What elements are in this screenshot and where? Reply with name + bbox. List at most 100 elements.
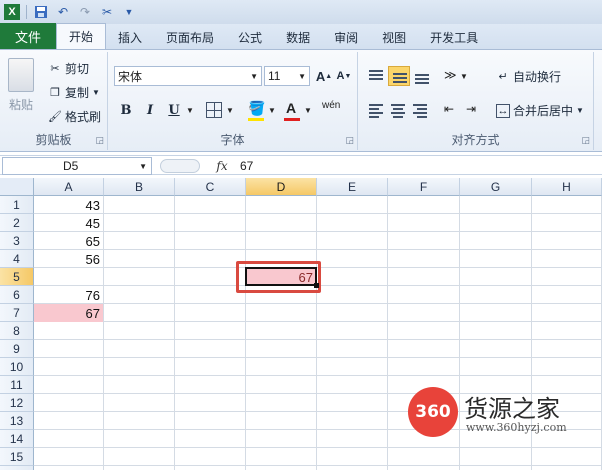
italic-button[interactable]: I <box>140 100 160 120</box>
column-header-e[interactable]: E <box>317 178 388 196</box>
decrease-indent-icon[interactable]: ⇤ <box>444 102 454 116</box>
scissors-icon: ✂ <box>50 63 60 75</box>
row-header-15[interactable]: 15 <box>0 448 34 466</box>
align-right-button[interactable] <box>410 100 430 120</box>
font-size-dropdown[interactable]: 11 ▼ <box>264 66 310 86</box>
fill-color-swatch <box>248 118 264 121</box>
quick-access-toolbar: X ↶ ↷ ✂ ▼ <box>0 0 602 24</box>
grow-font-button[interactable]: A ▲ <box>314 66 334 86</box>
clipboard-group: 粘贴 ✂ 剪切 ❐ 复制 ▼ 🖌 格式刷 剪贴板 ◲ <box>0 52 108 150</box>
borders-icon[interactable] <box>206 102 222 118</box>
column-header-a[interactable]: A <box>34 178 104 196</box>
merge-cells-icon: ↔ <box>496 103 510 118</box>
row-header-13[interactable]: 13 <box>0 412 34 430</box>
chevron-down-icon[interactable]: ▼ <box>186 106 194 115</box>
redo-icon[interactable]: ↷ <box>77 4 93 20</box>
row-header-11[interactable]: 11 <box>0 376 34 394</box>
tab-data[interactable]: 数据 <box>274 25 322 49</box>
column-header-f[interactable]: F <box>388 178 460 196</box>
formula-bar: D5 ▼ fx 67 <box>0 155 602 175</box>
row-header-10[interactable]: 10 <box>0 358 34 376</box>
row-header-12[interactable]: 12 <box>0 394 34 412</box>
tab-page-layout[interactable]: 页面布局 <box>154 25 226 49</box>
tab-home[interactable]: 开始 <box>56 23 107 49</box>
row-header-6[interactable]: 6 <box>0 286 34 304</box>
paste-button[interactable]: 粘贴 <box>8 58 34 113</box>
row-header-14[interactable]: 14 <box>0 430 34 448</box>
tab-file[interactable]: 文件 <box>0 23 56 49</box>
chevron-down-icon[interactable]: ▼ <box>92 88 100 97</box>
dialog-launcher-icon[interactable]: ◲ <box>581 135 590 146</box>
fill-color-icon[interactable]: 🪣 <box>248 100 265 117</box>
align-bottom-button[interactable] <box>412 66 432 86</box>
chevron-down-icon[interactable]: ▼ <box>576 106 584 115</box>
cut-button[interactable]: ✂ 剪切 <box>48 60 89 77</box>
row-header-3[interactable]: 3 <box>0 232 34 250</box>
select-all-corner[interactable] <box>0 178 34 196</box>
align-left-button[interactable] <box>366 100 386 120</box>
row-header-5[interactable]: 5 <box>0 268 34 286</box>
save-icon[interactable] <box>33 4 49 20</box>
row-header-4[interactable]: 4 <box>0 250 34 268</box>
cell-a7[interactable]: 67 <box>34 304 103 322</box>
wrap-text-label: 自动换行 <box>513 70 562 84</box>
dialog-launcher-icon[interactable]: ◲ <box>345 135 354 146</box>
orientation-icon[interactable]: ≫ <box>444 68 457 82</box>
wrap-text-button[interactable]: ↵ 自动换行 <box>496 68 561 85</box>
cell-a4[interactable]: 56 <box>34 250 103 268</box>
column-header-d[interactable]: D <box>246 178 317 196</box>
chevron-down-icon[interactable]: ▼ <box>268 106 276 115</box>
tab-formulas[interactable]: 公式 <box>226 25 274 49</box>
grid-row-line <box>34 249 602 250</box>
cell-a3[interactable]: 65 <box>34 232 103 250</box>
undo-icon[interactable]: ↶ <box>55 4 71 20</box>
grid-row-line <box>34 375 602 376</box>
cell-d5[interactable]: 67 <box>246 268 316 286</box>
row-header-8[interactable]: 8 <box>0 322 34 340</box>
tab-review[interactable]: 审阅 <box>322 25 370 49</box>
merge-center-button[interactable]: ↔ 合并后居中 ▼ <box>496 102 584 119</box>
chevron-down-icon[interactable]: ▼ <box>460 72 468 81</box>
brush-icon: 🖌 <box>48 111 62 123</box>
align-top-button[interactable] <box>366 66 386 86</box>
column-header-c[interactable]: C <box>175 178 246 196</box>
grid-row-line <box>34 447 602 448</box>
row-header-7[interactable]: 7 <box>0 304 34 322</box>
format-painter-button[interactable]: 🖌 格式刷 <box>48 108 101 125</box>
column-header-b[interactable]: B <box>104 178 175 196</box>
watermark-logo: 360 <box>408 387 458 437</box>
font-color-icon[interactable]: A <box>286 100 296 116</box>
cell-a1[interactable]: 43 <box>34 196 103 214</box>
bold-button[interactable]: B <box>116 100 136 120</box>
insert-function-button[interactable]: fx <box>210 157 234 175</box>
tab-developer[interactable]: 开发工具 <box>418 25 490 49</box>
qat-dropdown-icon[interactable]: ▼ <box>121 4 137 20</box>
align-center-button[interactable] <box>388 100 408 120</box>
chevron-down-icon[interactable]: ▼ <box>226 106 234 115</box>
chevron-down-icon[interactable]: ▼ <box>139 162 147 171</box>
chevron-down-icon[interactable]: ▼ <box>304 106 312 115</box>
underline-button[interactable]: U <box>164 100 184 120</box>
increase-indent-icon[interactable]: ⇥ <box>466 102 476 116</box>
font-name-dropdown[interactable]: 宋体 ▼ <box>114 66 262 86</box>
name-box[interactable]: D5 ▼ <box>2 157 152 175</box>
align-middle-button[interactable] <box>388 66 410 86</box>
row-header-9[interactable]: 9 <box>0 340 34 358</box>
shrink-font-button[interactable]: A ▼ <box>334 66 354 86</box>
grid-row-line <box>34 465 602 466</box>
copy-button[interactable]: ❐ 复制 ▼ <box>48 84 100 101</box>
row-header-1[interactable]: 1 <box>0 196 34 214</box>
row-header-16[interactable]: 16 <box>0 466 34 470</box>
row-header-2[interactable]: 2 <box>0 214 34 232</box>
dialog-launcher-icon[interactable]: ◲ <box>95 135 104 146</box>
column-header-h[interactable]: H <box>532 178 602 196</box>
formula-input[interactable]: 67 <box>240 157 253 175</box>
tab-insert[interactable]: 插入 <box>106 25 154 49</box>
column-header-g[interactable]: G <box>460 178 532 196</box>
phonetic-guide-icon[interactable]: wén <box>322 100 340 111</box>
tab-view[interactable]: 视图 <box>370 25 418 49</box>
customize-tool-icon[interactable]: ✂ <box>99 4 115 20</box>
cell-a6[interactable]: 76 <box>34 286 103 304</box>
formula-bar-grip-icon[interactable] <box>160 159 200 173</box>
cell-a2[interactable]: 45 <box>34 214 103 232</box>
